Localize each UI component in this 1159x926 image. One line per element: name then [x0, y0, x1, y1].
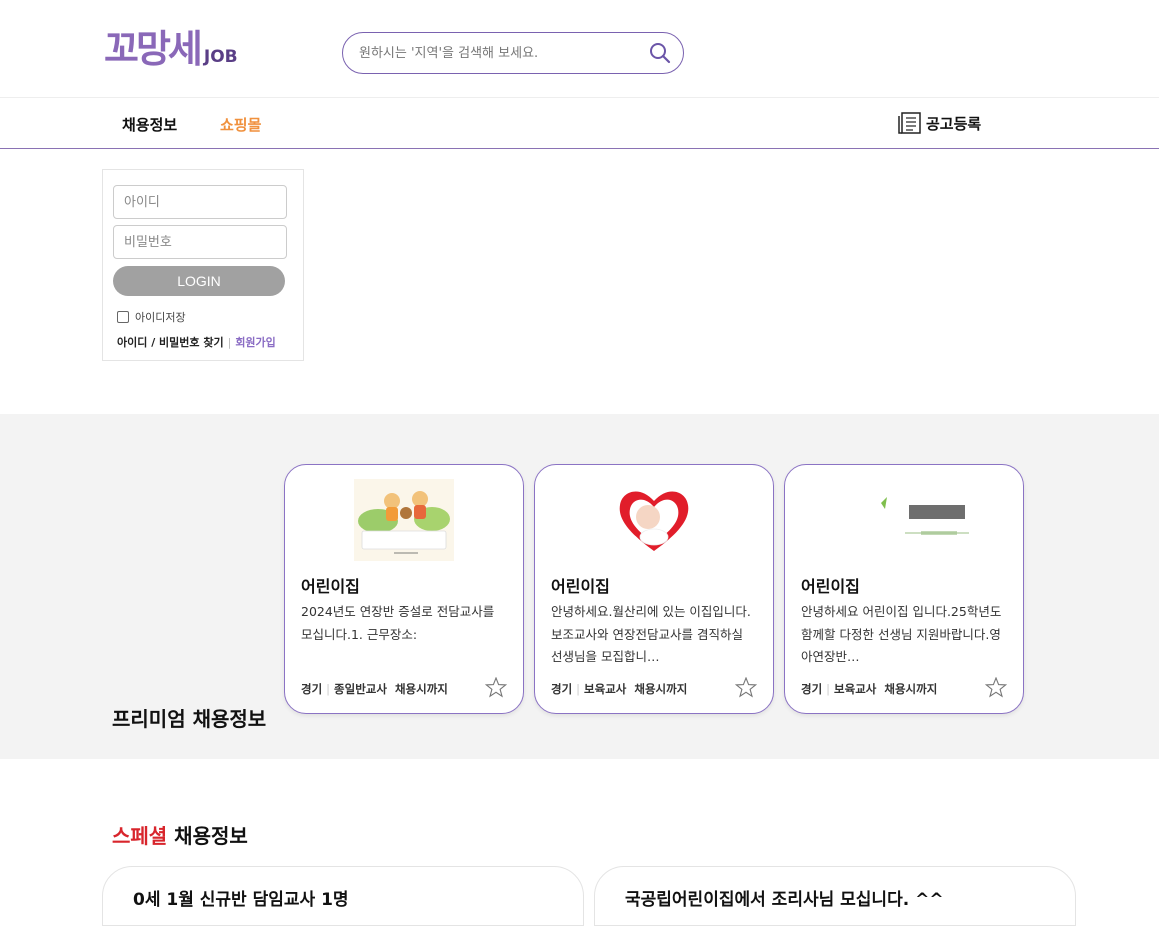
login-button[interactable]: LOGIN	[113, 266, 285, 296]
special-job-card[interactable]: 국공립어린이집에서 조리사님 모십니다. ^^	[594, 866, 1076, 926]
premium-job-card[interactable]: 어린이집 안녕하세요 어린이집 입니다.25학년도 함께할 다정한 선생님 지원…	[784, 464, 1024, 714]
main-nav: 채용정보 쇼핑몰 공고등록	[0, 98, 1159, 149]
save-id-option[interactable]: 아이디저장	[117, 309, 186, 325]
special-title: 스페셜 채용정보	[112, 820, 248, 849]
kindergarten-logo-image	[604, 479, 704, 561]
save-id-checkbox[interactable]	[117, 311, 129, 323]
find-account-link[interactable]: 아이디 / 비밀번호 찾기	[117, 336, 224, 349]
card-title: 어린이집	[301, 577, 360, 596]
card-role: 종일반교사	[334, 682, 387, 696]
site-logo[interactable]: 꼬망세 JOB	[104, 26, 238, 72]
logo-text: 꼬망세	[104, 27, 203, 71]
star-icon[interactable]	[985, 677, 1007, 698]
card-role: 보육교사	[584, 682, 627, 696]
id-input[interactable]	[113, 185, 287, 219]
card-meta: 경기 | 보육교사 채용시까지	[801, 681, 937, 697]
logo-sub-text: JOB	[203, 47, 238, 67]
card-region: 경기	[551, 682, 573, 696]
card-description: 안녕하세요 어린이집 입니다.25학년도 함께할 다정한 선생님 지원바랍니다.…	[801, 604, 1002, 664]
site-header: 꼬망세 JOB	[0, 0, 1159, 98]
card-role: 보육교사	[834, 682, 877, 696]
meta-divider: |	[576, 682, 581, 696]
kindergarten-logo-image	[354, 479, 454, 561]
star-icon[interactable]	[485, 677, 507, 698]
card-description: 안녕하세요.월산리에 있는 이집입니다.보조교사와 연장전담교사를 겸직하실 선…	[551, 604, 751, 664]
search-bar	[342, 32, 684, 74]
premium-job-card[interactable]: 어린이집 안녕하세요.월산리에 있는 이집입니다.보조교사와 연장전담교사를 겸…	[534, 464, 774, 714]
document-list-icon	[898, 112, 921, 134]
card-deadline: 채용시까지	[634, 682, 688, 696]
link-divider: |	[227, 336, 232, 349]
save-id-label: 아이디저장	[135, 311, 186, 324]
nav-jobs[interactable]: 채용정보	[122, 114, 177, 135]
premium-title: 프리미엄 채용정보	[112, 707, 267, 731]
star-icon[interactable]	[735, 677, 757, 698]
account-links: 아이디 / 비밀번호 찾기 | 회원가입	[117, 334, 276, 350]
premium-job-card[interactable]: 어린이집 2024년도 연장반 증설로 전담교사를 모십니다.1. 근무장소: …	[284, 464, 524, 714]
card-meta: 경기 | 종일반교사 채용시까지	[301, 681, 448, 697]
meta-divider: |	[826, 682, 831, 696]
card-title: 어린이집	[551, 577, 610, 596]
post-job-label: 공고등록	[926, 114, 982, 133]
special-job-card[interactable]: 0세 1월 신규반 담임교사 1명	[102, 866, 584, 926]
signup-link[interactable]: 회원가입	[235, 336, 275, 349]
card-meta: 경기 | 보육교사 채용시까지	[551, 681, 687, 697]
search-input[interactable]	[359, 41, 639, 65]
login-box: LOGIN 아이디저장 아이디 / 비밀번호 찾기|회원가입	[102, 169, 304, 361]
card-region: 경기	[801, 682, 823, 696]
password-input[interactable]	[113, 225, 287, 259]
nav-shop[interactable]: 쇼핑몰	[220, 114, 261, 135]
search-icon[interactable]	[649, 42, 671, 64]
card-title: 어린이집	[801, 577, 860, 596]
card-description: 2024년도 연장반 증설로 전담교사를 모십니다.1. 근무장소:	[301, 604, 495, 642]
card-deadline: 채용시까지	[884, 682, 938, 696]
card-deadline: 채용시까지	[394, 682, 448, 696]
special-card-title: 국공립어린이집에서 조리사님 모십니다. ^^	[625, 890, 944, 910]
post-job-button[interactable]: 공고등록	[898, 112, 981, 134]
card-region: 경기	[301, 682, 323, 696]
meta-divider: |	[326, 682, 331, 696]
kindergarten-logo-image	[829, 479, 979, 561]
special-card-title: 0세 1월 신규반 담임교사 1명	[133, 890, 349, 910]
special-title-accent: 스페셜	[112, 824, 168, 848]
special-title-rest: 채용정보	[167, 824, 248, 848]
